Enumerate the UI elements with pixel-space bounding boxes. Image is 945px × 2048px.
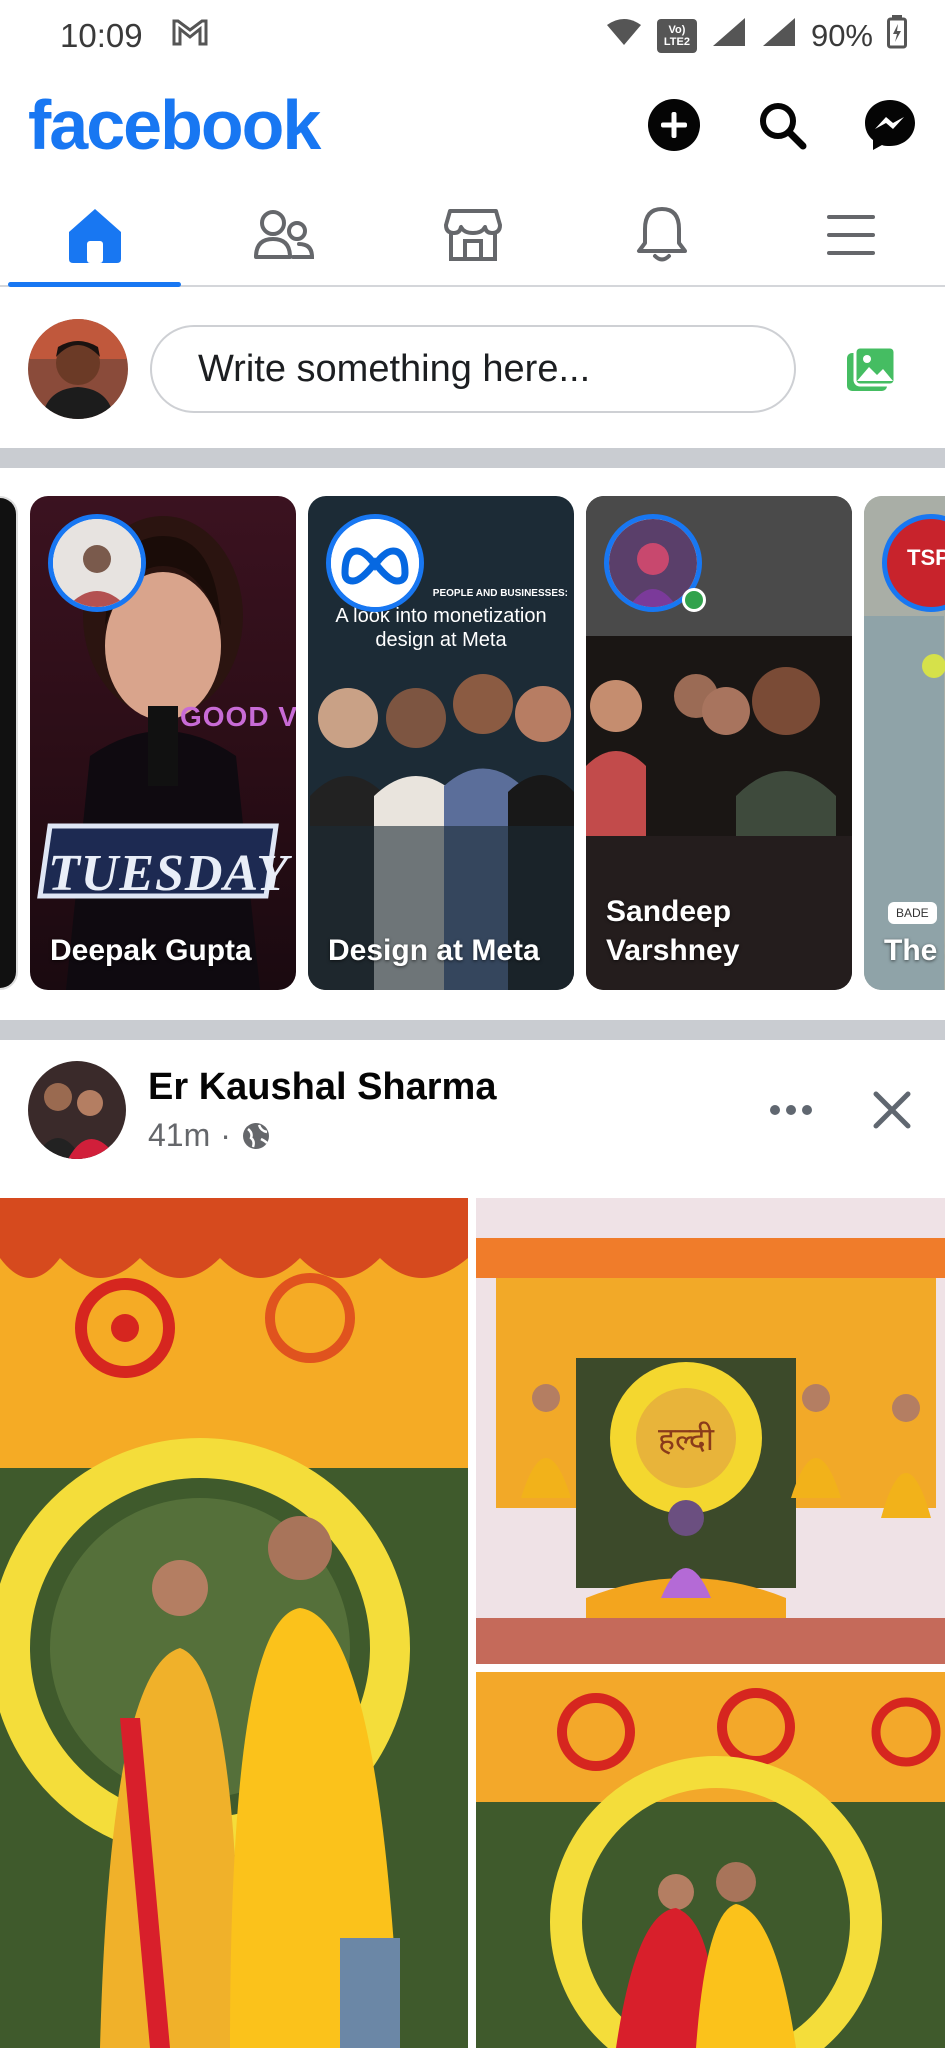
post-photo-main[interactable] [0, 1198, 468, 2048]
facebook-logo[interactable]: facebook [28, 85, 321, 165]
haldi-sign: हल्दी [658, 1420, 715, 1458]
post-photo-2[interactable]: हल्दी [476, 1198, 945, 1664]
home-icon [68, 209, 121, 263]
volte-icon: Vo) LTE2 [656, 19, 697, 53]
story-owner-avatar [48, 514, 146, 612]
app-header: facebook [0, 80, 945, 170]
story-card[interactable]: PEOPLE AND BUSINESSES: A look into monet… [308, 496, 574, 990]
signal-icon [711, 16, 747, 56]
story-name: Deepak Gupta [50, 934, 252, 967]
messenger-button[interactable] [863, 98, 917, 152]
post-photo-image [476, 1672, 945, 2048]
post-header: Er Kaushal Sharma 41m · [0, 1040, 945, 1180]
battery-icon [887, 15, 907, 57]
photo-icon [847, 345, 897, 391]
photo-button[interactable] [843, 341, 899, 397]
online-indicator [682, 588, 706, 612]
tab-marketplace[interactable] [378, 185, 567, 285]
story-owner-avatar [326, 514, 424, 612]
tab-bar [0, 185, 945, 287]
stories-strip: GOOD VIBES TUESDAY Deepak Gupta PEOPLE A… [0, 480, 945, 1010]
status-icons: Vo) LTE2 90% [605, 15, 907, 57]
close-icon[interactable] [873, 1091, 911, 1129]
story-badge-text: GOOD VIBES [180, 701, 296, 732]
post-photo-3[interactable] [476, 1672, 945, 2048]
search-button[interactable] [755, 98, 809, 152]
story-overlay-text: TUESDAY [48, 845, 290, 902]
post-meta: 41m · [148, 1117, 496, 1154]
plus-circle-icon [648, 99, 700, 151]
menu-icon [826, 215, 875, 255]
story-name: Design at Meta [328, 934, 540, 967]
tab-home[interactable] [0, 185, 189, 287]
post-actions [769, 1091, 911, 1129]
meta-logo-icon [331, 519, 419, 607]
header-actions [647, 98, 917, 152]
volte-label: Vo) [668, 24, 686, 36]
section-divider [0, 1020, 945, 1040]
battery-percent: 90% [810, 18, 873, 53]
post-author-avatar[interactable] [28, 1061, 126, 1159]
lte-label: LTE2 [663, 36, 690, 48]
story-name: Sandeep Varshney [606, 895, 740, 967]
post-author-block: Er Kaushal Sharma 41m · [148, 1066, 496, 1154]
bell-icon [636, 207, 687, 262]
create-button[interactable] [647, 98, 701, 152]
composer-input[interactable]: Write something here... [150, 325, 796, 413]
story-card[interactable]: Sandeep Varshney [586, 496, 852, 990]
messenger-icon [865, 100, 915, 150]
post-photo-image: हल्दी [476, 1198, 945, 1664]
story-name: The S [884, 934, 945, 967]
post-time[interactable]: 41m [148, 1117, 210, 1154]
search-icon [760, 103, 807, 150]
story-card-partial[interactable] [0, 496, 18, 990]
composer: Write something here... [0, 290, 945, 448]
meta-separator: · [220, 1117, 231, 1153]
signal-icon-2 [761, 16, 797, 56]
wifi-icon [605, 17, 643, 55]
story-chip: BADE [888, 902, 937, 924]
post-media-grid: हल्दी [0, 1198, 945, 2048]
marketplace-icon [443, 209, 502, 261]
gmail-icon [171, 17, 209, 55]
friends-icon [253, 210, 314, 259]
post-author-name[interactable]: Er Kaushal Sharma [148, 1066, 496, 1109]
globe-icon [242, 1122, 269, 1149]
post-photo-image [0, 1198, 468, 2048]
section-divider [0, 448, 945, 468]
tab-notifications[interactable] [567, 185, 756, 285]
tab-friends[interactable] [189, 185, 378, 285]
more-options-icon[interactable] [769, 1104, 813, 1116]
status-time: 10:09 [60, 17, 143, 54]
user-avatar[interactable] [28, 319, 128, 419]
tab-menu[interactable] [756, 185, 945, 285]
story-card[interactable]: TSP BADE The S [864, 496, 945, 990]
status-bar: 10:09 Vo) LTE2 90% [0, 0, 945, 72]
story-card[interactable]: GOOD VIBES TUESDAY Deepak Gupta [30, 496, 296, 990]
